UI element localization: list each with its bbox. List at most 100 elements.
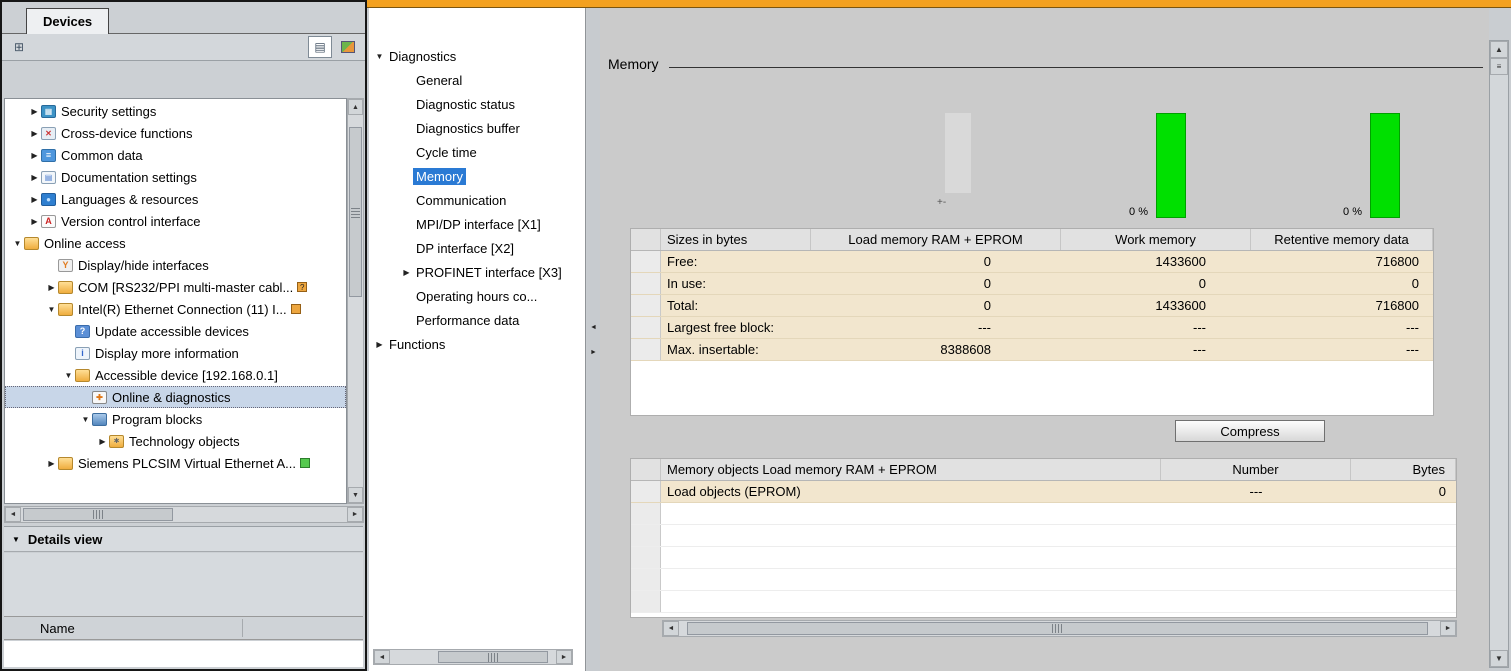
tree-item[interactable]: ▶Technology objects <box>5 430 346 452</box>
row-gutter <box>631 547 661 568</box>
tree-item[interactable]: ▶Security settings <box>5 100 346 122</box>
main-hscroll-thumb[interactable] <box>687 622 1428 635</box>
tree-item[interactable]: Update accessible devices <box>5 320 346 342</box>
tree-vertical-scrollbar[interactable]: ▲ ▼ <box>347 98 364 504</box>
chevron-right-icon[interactable]: ▶ <box>28 129 41 138</box>
diag-horizontal-scrollbar[interactable]: ◄ ► <box>373 649 573 665</box>
column-divider[interactable] <box>242 619 243 637</box>
tree-vscroll-thumb[interactable] <box>349 127 362 297</box>
device-overview-button[interactable] <box>336 36 360 58</box>
scroll-right-icon[interactable]: ► <box>556 650 572 664</box>
tree-item[interactable]: ▼Online access <box>5 232 346 254</box>
tree-vscroll-track[interactable] <box>348 115 363 487</box>
chevron-right-icon[interactable]: ▶ <box>28 173 41 182</box>
device-overview-icon <box>341 41 355 53</box>
tree-horizontal-scrollbar[interactable]: ◄ ► <box>4 506 364 523</box>
diag-nav-label: Operating hours co... <box>413 288 540 305</box>
diag-nav-item[interactable]: Diagnostic status <box>369 92 585 116</box>
scroll-left-icon[interactable]: ◄ <box>374 650 390 664</box>
tree-options-button[interactable]: ⊞ <box>7 36 31 58</box>
chevron-down-icon[interactable]: ▼ <box>45 305 58 314</box>
diag-nav-item[interactable]: ▶Functions <box>369 332 585 356</box>
scroll-down-icon[interactable]: ▼ <box>348 487 363 503</box>
chevron-right-icon[interactable]: ▶ <box>28 217 41 226</box>
chevron-right-icon[interactable]: ▶ <box>45 459 58 468</box>
chevron-right-icon[interactable]: ▶ <box>400 268 413 277</box>
tree-item[interactable]: ▶Cross-device functions <box>5 122 346 144</box>
compress-button[interactable]: Compress <box>1175 420 1325 442</box>
chevron-down-icon[interactable]: ▼ <box>79 415 92 424</box>
details-view-header[interactable]: ▼ Details view <box>4 526 363 552</box>
cell-value: --- <box>1251 339 1433 360</box>
empty-row <box>631 503 1456 525</box>
tree-item[interactable]: ▶Common data <box>5 144 346 166</box>
tree-item[interactable]: Online & diagnostics <box>5 386 346 408</box>
chevron-right-icon[interactable]: ▶ <box>373 340 386 349</box>
tree-item[interactable]: ▼Program blocks <box>5 408 346 430</box>
diag-hscroll-thumb[interactable] <box>438 651 548 663</box>
tree-hscroll-thumb[interactable] <box>23 508 173 521</box>
table-row[interactable]: Largest free block:--------- <box>631 317 1433 339</box>
empty-cell <box>661 569 1456 590</box>
chevron-right-icon[interactable]: ▶ <box>28 107 41 116</box>
scroll-menu-icon[interactable]: ≡ <box>1490 58 1508 75</box>
chevron-right-icon[interactable]: ▶ <box>28 151 41 160</box>
project-tree-toolbar: ⊞ ▤ <box>2 33 365 61</box>
chevron-right-icon[interactable]: ▶ <box>28 195 41 204</box>
thumb-grip <box>488 653 499 662</box>
chevron-right-icon[interactable]: ▶ <box>45 283 58 292</box>
sizes-table: Sizes in bytesLoad memory RAM + EPROMWor… <box>630 228 1434 416</box>
tree-item[interactable]: ▼Intel(R) Ethernet Connection (11) I... <box>5 298 346 320</box>
diag-nav-item[interactable]: Memory <box>369 164 585 188</box>
table-row[interactable]: Load objects (EPROM)---0 <box>631 481 1456 503</box>
tree-item[interactable]: ▶Documentation settings <box>5 166 346 188</box>
tree-item[interactable]: ▶Languages & resources <box>5 188 346 210</box>
diag-nav-item[interactable]: Operating hours co... <box>369 284 585 308</box>
tree-item[interactable]: ▼Accessible device [192.168.0.1] <box>5 364 346 386</box>
diag-nav-item[interactable]: ▶PROFINET interface [X3] <box>369 260 585 284</box>
scroll-left-icon[interactable]: ◄ <box>663 621 679 636</box>
details-name-header[interactable]: Name <box>4 616 363 640</box>
diag-nav-item[interactable]: ▼Diagnostics <box>369 44 585 68</box>
main-vscroll-track[interactable] <box>1490 75 1508 650</box>
chevron-right-icon[interactable]: ▶ <box>96 437 109 446</box>
chevron-down-icon[interactable]: ▼ <box>62 371 75 380</box>
scroll-up-icon[interactable]: ▲ <box>348 99 363 115</box>
scroll-right-icon[interactable]: ► <box>1440 621 1456 636</box>
main-vertical-scrollbar[interactable]: ▲ ≡ ▼ <box>1489 40 1509 668</box>
scroll-down-icon[interactable]: ▼ <box>1490 650 1508 667</box>
tab-devices[interactable]: Devices <box>26 8 109 34</box>
tree-item[interactable]: Display/hide interfaces <box>5 254 346 276</box>
details-columns-button[interactable]: ▤ <box>308 36 332 58</box>
table-row[interactable]: Free:01433600716800 <box>631 251 1433 273</box>
diag-nav-item[interactable]: Cycle time <box>369 140 585 164</box>
diag-nav-item[interactable]: MPI/DP interface [X1] <box>369 212 585 236</box>
diag-nav-item[interactable]: DP interface [X2] <box>369 236 585 260</box>
tree-item[interactable]: ▶Version control interface <box>5 210 346 232</box>
collapse-right-icon[interactable]: ► <box>590 349 597 356</box>
panel-splitter[interactable]: ◄ ► <box>587 8 600 671</box>
scroll-right-icon[interactable]: ► <box>347 507 363 522</box>
main-hscroll-track[interactable] <box>679 621 1440 636</box>
table-row[interactable]: Total:01433600716800 <box>631 295 1433 317</box>
table-row[interactable]: Max. insertable:8388608------ <box>631 339 1433 361</box>
tree-item[interactable]: ▶Siemens PLCSIM Virtual Ethernet A... <box>5 452 346 474</box>
diag-nav-item[interactable]: General <box>369 68 585 92</box>
chevron-down-icon[interactable]: ▼ <box>373 52 386 61</box>
tree-item[interactable]: ▶COM [RS232/PPI multi-master cabl...? <box>5 276 346 298</box>
table-row[interactable]: In use:000 <box>631 273 1433 295</box>
tree-hscroll-track[interactable] <box>21 507 347 522</box>
empty-row <box>631 547 1456 569</box>
diag-nav-item[interactable]: Diagnostics buffer <box>369 116 585 140</box>
scroll-up-icon[interactable]: ▲ <box>1490 41 1508 58</box>
collapse-left-icon[interactable]: ◄ <box>590 324 597 331</box>
chevron-down-icon[interactable]: ▼ <box>11 239 24 248</box>
empty-row <box>631 525 1456 547</box>
diag-nav-item[interactable]: Performance data <box>369 308 585 332</box>
main-horizontal-scrollbar[interactable]: ◄ ► <box>662 620 1457 637</box>
tree-item[interactable]: Display more information <box>5 342 346 364</box>
cell-value: 1433600 <box>1061 251 1251 272</box>
scroll-left-icon[interactable]: ◄ <box>5 507 21 522</box>
diag-nav-item[interactable]: Communication <box>369 188 585 212</box>
diag-hscroll-track[interactable] <box>390 650 556 664</box>
